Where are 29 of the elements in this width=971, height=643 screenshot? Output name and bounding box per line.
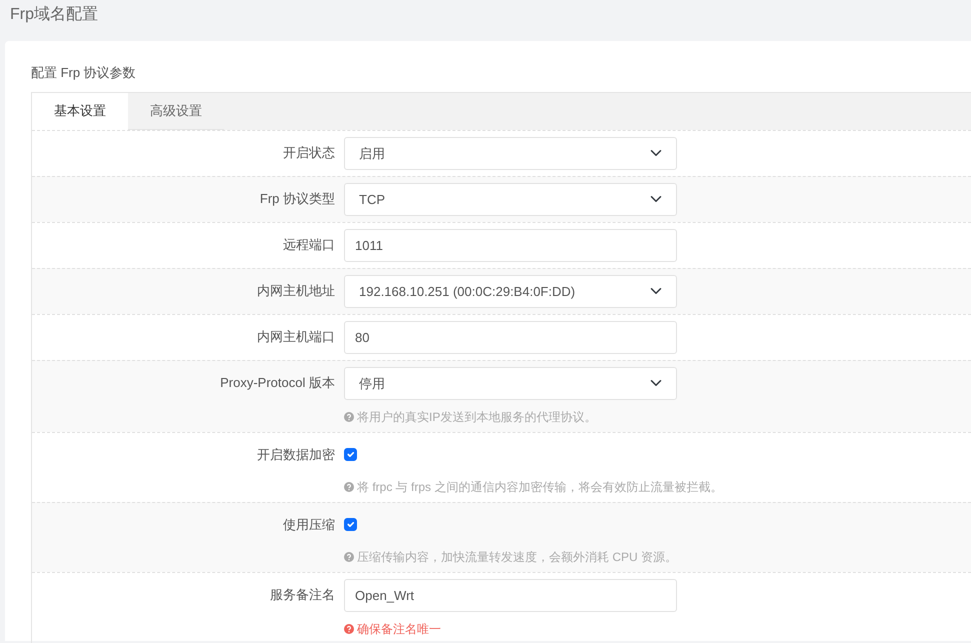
help-text: 将 frpc 与 frps 之间的通信内容加密传输，将会有效防止流量被拦截。	[357, 478, 722, 496]
select-field[interactable]: 192.168.10.251 (00:0C:29:B4:0F:DD)	[344, 274, 677, 308]
page-title: Frp域名配置	[9, 4, 99, 25]
help-text: 确保备注名唯一	[357, 620, 441, 638]
checkbox[interactable]	[344, 518, 357, 531]
help-icon	[344, 482, 354, 492]
field-label: 服务备注名	[269, 586, 336, 604]
field-label: 开启状态	[282, 144, 336, 162]
input-field[interactable]: 80	[344, 320, 677, 354]
field-label: 内网主机地址	[256, 282, 336, 300]
select-field[interactable]: 启用	[344, 136, 677, 170]
checkbox[interactable]	[344, 448, 357, 461]
tab[interactable]: 基本设置	[32, 92, 128, 130]
help-icon	[344, 412, 354, 422]
field-label: 远程端口	[282, 236, 336, 254]
field-label: Proxy-Protocol 版本	[219, 374, 336, 392]
field-label: 内网主机端口	[256, 328, 336, 346]
section-title: 配置 Frp 协议参数	[31, 64, 137, 82]
help-icon	[344, 552, 354, 562]
select-field[interactable]: 停用	[344, 366, 677, 400]
input-field[interactable]: 1011	[344, 228, 677, 262]
field-label: 使用压缩	[282, 516, 336, 534]
input-field[interactable]: Open_Wrt	[344, 578, 677, 612]
help-text: 压缩传输内容，加快流量转发速度，会额外消耗 CPU 资源。	[357, 548, 678, 566]
help-icon	[344, 624, 354, 634]
select-field[interactable]: TCP	[344, 182, 677, 216]
field-label: Frp 协议类型	[258, 190, 336, 208]
field-label: 开启数据加密	[256, 446, 336, 464]
help-text: 将用户的真实IP发送到本地服务的代理协议。	[357, 408, 596, 426]
